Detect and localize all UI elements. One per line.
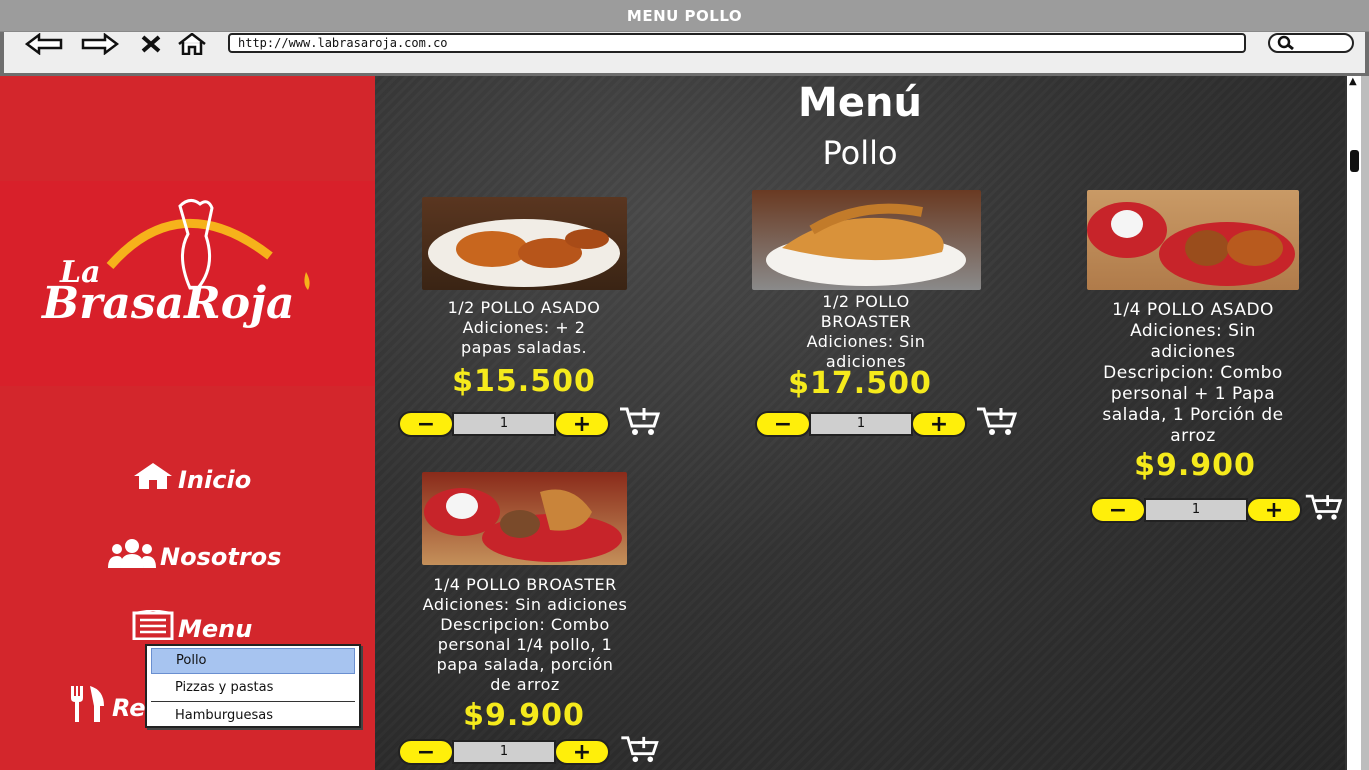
search-icon (1276, 35, 1296, 54)
decrease-button[interactable]: − (755, 411, 811, 437)
page-title: Menú (798, 80, 922, 126)
scrollbar[interactable]: ▲ (1345, 76, 1361, 770)
submenu-item-pollo[interactable]: Pollo (151, 648, 355, 674)
back-icon[interactable] (24, 32, 64, 56)
product-name: 1/4 POLLO ASADO Adiciones: Sin adiciones… (1102, 300, 1284, 446)
product-price: $9.900 (463, 698, 585, 733)
quantity-stepper: − 1 + (398, 735, 662, 769)
sidebar-item-restaurantes[interactable]: Re (68, 686, 146, 729)
submenu-item-hamburguesas[interactable]: Hamburguesas (151, 704, 355, 730)
url-bar[interactable]: http://www.labrasaroja.com.co (228, 33, 1246, 53)
decrease-button[interactable]: − (398, 739, 454, 765)
product-name: 1/4 POLLO BROASTER Adiciones: Sin adicio… (422, 575, 628, 694)
increase-button[interactable]: + (1246, 497, 1302, 523)
sidebar-item-inicio[interactable]: Inicio (132, 462, 251, 497)
page-subtitle: Pollo (822, 134, 898, 172)
menu-dropdown: Pollo Pizzas y pastas Hamburguesas (145, 644, 361, 728)
sidebar-item-label: Re (112, 693, 146, 722)
product-price: $9.900 (1134, 448, 1256, 483)
product-image (1087, 190, 1299, 290)
close-icon[interactable] (138, 32, 164, 56)
quantity-stepper: − 1 + (755, 407, 1019, 438)
product-image (752, 190, 981, 290)
decrease-button[interactable]: − (398, 411, 454, 437)
home-icon (132, 462, 174, 497)
menu-icon (132, 608, 174, 647)
submenu-item-pizzas[interactable]: Pizzas y pastas (151, 676, 355, 702)
product-name: 1/2 POLLO ASADO Adiciones: + 2 papas sal… (447, 298, 601, 357)
quantity-field[interactable]: 1 (452, 412, 556, 436)
sidebar-item-label: Menu (178, 614, 253, 643)
scroll-up-icon[interactable]: ▲ (1349, 76, 1357, 87)
browser-toolbar: http://www.labrasaroja.com.co (0, 32, 1369, 76)
forward-icon[interactable] (80, 32, 120, 56)
sidebar-item-label: Inicio (178, 465, 252, 494)
home-icon[interactable] (174, 32, 210, 56)
increase-button[interactable]: + (554, 411, 610, 437)
add-to-cart-icon[interactable] (618, 406, 662, 442)
add-to-cart-icon[interactable] (1304, 492, 1344, 528)
product-image (422, 197, 627, 290)
users-icon (108, 538, 156, 575)
window-title: MENU POLLO (0, 0, 1369, 32)
product-image (422, 472, 627, 565)
quantity-field[interactable]: 1 (452, 740, 556, 764)
quantity-field[interactable]: 1 (1144, 498, 1248, 522)
increase-button[interactable]: + (911, 411, 967, 437)
scroll-thumb[interactable] (1350, 150, 1359, 172)
product-price: $15.500 (452, 364, 596, 399)
brand-line2: BrasaRoja (40, 278, 295, 329)
add-to-cart-icon[interactable] (975, 406, 1019, 442)
search-input[interactable] (1268, 33, 1354, 53)
brand-logo[interactable]: La BrasaRoja (40, 196, 360, 336)
quantity-field[interactable]: 1 (809, 412, 913, 436)
sidebar-item-nosotros[interactable]: Nosotros (108, 538, 281, 575)
product-name: 1/2 POLLO BROASTER Adiciones: Sin adicio… (806, 292, 926, 371)
product-price: $17.500 (788, 366, 932, 401)
quantity-stepper: − 1 + (398, 407, 662, 438)
sidebar-item-label: Nosotros (160, 542, 282, 571)
increase-button[interactable]: + (554, 739, 610, 765)
quantity-stepper: − 1 + (1090, 494, 1344, 524)
utensils-icon (68, 686, 108, 729)
decrease-button[interactable]: − (1090, 497, 1146, 523)
add-to-cart-icon[interactable] (618, 735, 662, 769)
sidebar-item-menu[interactable]: Menu (132, 608, 253, 647)
